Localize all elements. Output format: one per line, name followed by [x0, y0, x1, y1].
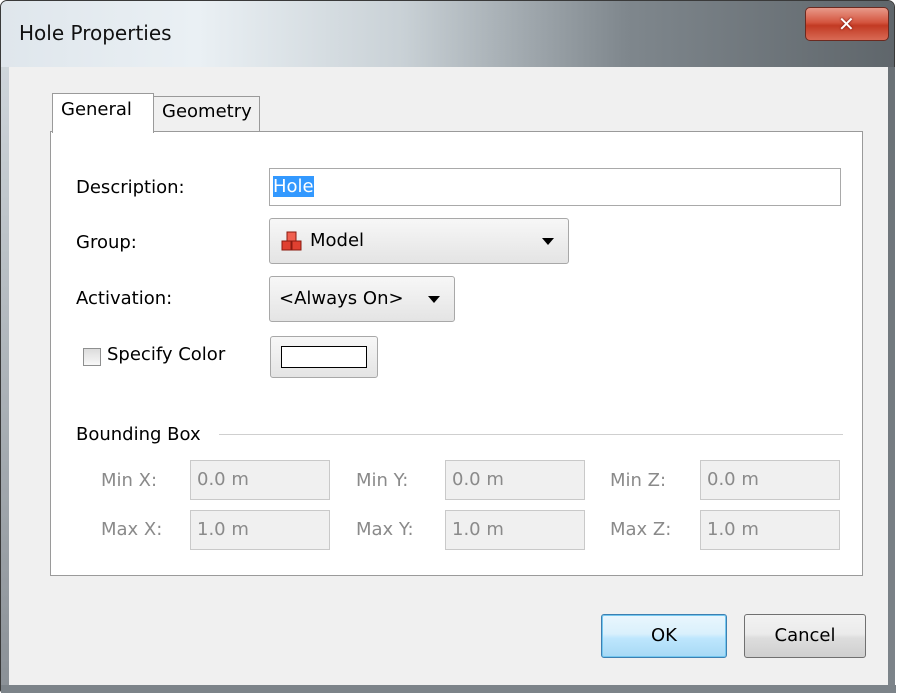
bounding-box-title: Bounding Box: [76, 424, 201, 445]
description-value: Hole: [273, 176, 314, 197]
min-y-value: 0.0 m: [452, 469, 504, 490]
close-icon: ✕: [838, 12, 855, 36]
group-value: Model: [310, 230, 365, 251]
model-blocks-icon: [281, 231, 302, 251]
specify-color-label: Specify Color: [107, 344, 226, 365]
min-x-value: 0.0 m: [197, 469, 249, 490]
group-label: Group:: [76, 232, 137, 253]
min-z-value: 0.0 m: [707, 469, 759, 490]
color-picker-button[interactable]: [270, 336, 378, 378]
max-y-field: 1.0 m: [445, 510, 585, 550]
min-z-field: 0.0 m: [700, 460, 840, 500]
activation-dropdown[interactable]: <Always On>: [269, 276, 455, 322]
max-x-value: 1.0 m: [197, 519, 249, 540]
group-dropdown[interactable]: Model: [269, 218, 569, 264]
description-input[interactable]: Hole: [269, 168, 841, 206]
activation-value: <Always On>: [279, 288, 404, 309]
min-y-field: 0.0 m: [445, 460, 585, 500]
chevron-down-icon: [542, 238, 554, 245]
title-bar[interactable]: Hole Properties ✕: [1, 1, 894, 67]
color-swatch: [281, 346, 367, 368]
specify-color-checkbox[interactable]: [83, 348, 101, 366]
close-button[interactable]: ✕: [805, 7, 889, 41]
max-z-value: 1.0 m: [707, 519, 759, 540]
window-frame-bottom: [1, 685, 896, 693]
min-x-field: 0.0 m: [190, 460, 330, 500]
min-z-label: Min Z:: [610, 470, 667, 491]
general-tab-panel: Description: Hole Group: Model Activatio…: [50, 131, 863, 576]
cancel-button[interactable]: Cancel: [744, 614, 866, 658]
ok-button[interactable]: OK: [601, 614, 727, 658]
min-x-label: Min X:: [101, 470, 158, 491]
tab-general[interactable]: General: [52, 93, 154, 133]
max-z-field: 1.0 m: [700, 510, 840, 550]
window-frame-left: [1, 67, 9, 692]
group-divider: [219, 434, 843, 435]
chevron-down-icon: [428, 296, 440, 303]
window-frame-right: [888, 67, 895, 692]
min-y-label: Min Y:: [356, 470, 409, 491]
tab-geometry-label: Geometry: [162, 101, 252, 122]
max-z-label: Max Z:: [610, 519, 672, 540]
tab-geometry[interactable]: Geometry: [153, 96, 260, 132]
max-y-value: 1.0 m: [452, 519, 504, 540]
tab-general-label: General: [61, 99, 132, 120]
max-y-label: Max Y:: [356, 519, 414, 540]
dialog-client-area: General Geometry Description: Hole Group…: [9, 67, 888, 685]
dialog-window: Hole Properties ✕ General Geometry Descr…: [0, 0, 896, 693]
max-x-label: Max X:: [101, 519, 163, 540]
window-title: Hole Properties: [19, 21, 172, 45]
description-label: Description:: [76, 177, 185, 198]
activation-label: Activation:: [76, 288, 173, 309]
max-x-field: 1.0 m: [190, 510, 330, 550]
